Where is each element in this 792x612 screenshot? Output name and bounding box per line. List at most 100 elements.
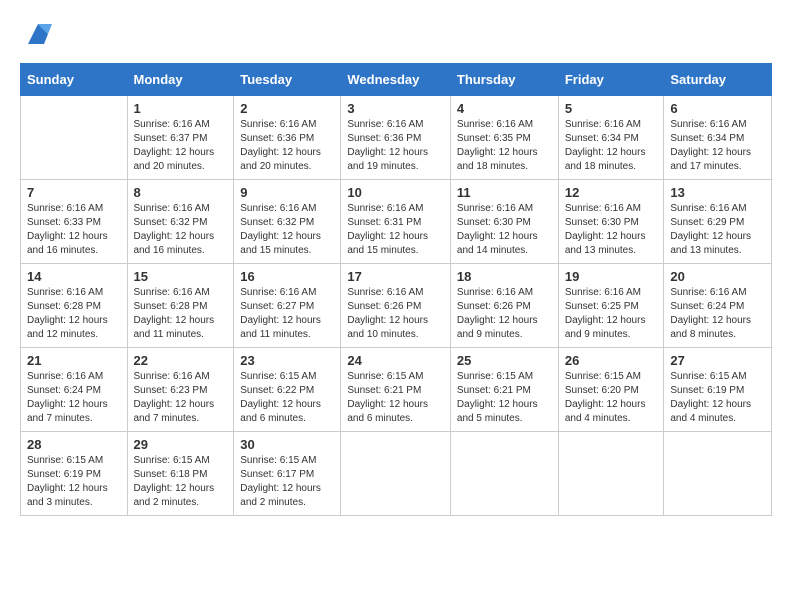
day-number: 13	[670, 185, 765, 200]
day-info: Sunrise: 6:15 AM Sunset: 6:21 PM Dayligh…	[347, 370, 444, 426]
calendar-cell: 25Sunrise: 6:15 AM Sunset: 6:21 PM Dayli…	[450, 348, 558, 432]
calendar-cell: 29 Sunrise: 6:15 AM Sunset: 6:18 PM Dayli…	[127, 432, 234, 516]
day-info: Sunrise: 6:15 AM Sunset: 6:19 PM Dayligh…	[27, 454, 121, 510]
day-info: Sunrise: 6:15 AM Sunset: 6:18 PM Dayligh…	[134, 454, 228, 510]
calendar-cell: 24 Sunrise: 6:15 AM Sunset: 6:21 PM Dayli…	[341, 348, 451, 432]
calendar-cell: 18 Sunrise: 6:16 AM Sunset: 6:26 PM Dayli…	[450, 264, 558, 348]
header-thursday: Thursday	[450, 64, 558, 96]
day-info: Sunrise: 6:16 AM Sunset: 6:30 PM Dayligh…	[457, 202, 552, 258]
day-number: 8	[134, 185, 228, 200]
day-number: 26	[565, 353, 658, 368]
day-number: 12	[565, 185, 658, 200]
day-info: Sunrise: 6:16 AM Sunset: 6:26 PM Dayligh…	[347, 286, 444, 342]
day-number: 24	[347, 353, 444, 368]
day-info: Sunrise: 6:15 AM Sunset: 6:20 PM Dayligh…	[565, 370, 658, 426]
header-wednesday: Wednesday	[341, 64, 451, 96]
calendar-cell: 13 Sunrise: 6:16 AM Sunset: 6:29 PM Dayli…	[664, 180, 772, 264]
logo-text	[20, 20, 52, 53]
day-number: 30	[240, 437, 334, 452]
day-info: Sunrise: 6:15 AM Sunset: 6:19 PM Dayligh…	[670, 370, 765, 426]
calendar-week-5: 28 Sunrise: 6:15 AM Sunset: 6:19 PM Dayli…	[21, 432, 772, 516]
day-number: 11	[457, 185, 552, 200]
day-info: Sunrise: 6:16 AM Sunset: 6:25 PM Dayligh…	[565, 286, 658, 342]
day-number: 16	[240, 269, 334, 284]
calendar-cell: 16 Sunrise: 6:16 AM Sunset: 6:27 PM Dayli…	[234, 264, 341, 348]
page-header	[20, 20, 772, 53]
day-info: Sunrise: 6:16 AM Sunset: 6:36 PM Dayligh…	[347, 118, 444, 174]
day-info: Sunrise: 6:16 AM Sunset: 6:28 PM Dayligh…	[134, 286, 228, 342]
calendar-cell: 9 Sunrise: 6:16 AM Sunset: 6:32 PM Daylig…	[234, 180, 341, 264]
day-number: 18	[457, 269, 552, 284]
calendar-cell: 11 Sunrise: 6:16 AM Sunset: 6:30 PM Dayli…	[450, 180, 558, 264]
day-number: 5	[565, 101, 658, 116]
calendar-cell: 23 Sunrise: 6:15 AM Sunset: 6:22 PM Dayli…	[234, 348, 341, 432]
calendar-cell: 26 Sunrise: 6:15 AM Sunset: 6:20 PM Dayli…	[558, 348, 664, 432]
day-info: Sunrise: 6:15 AM Sunset: 6:22 PM Dayligh…	[240, 370, 334, 426]
calendar-cell: 19Sunrise: 6:16 AM Sunset: 6:25 PM Dayli…	[558, 264, 664, 348]
day-number: 3	[347, 101, 444, 116]
calendar-cell: 1 Sunrise: 6:16 AM Sunset: 6:37 PM Daylig…	[127, 96, 234, 180]
calendar-cell: 10Sunrise: 6:16 AM Sunset: 6:31 PM Dayli…	[341, 180, 451, 264]
calendar-cell: 2Sunrise: 6:16 AM Sunset: 6:36 PM Daylig…	[234, 96, 341, 180]
calendar-cell: 28 Sunrise: 6:15 AM Sunset: 6:19 PM Dayli…	[21, 432, 128, 516]
calendar-week-2: 7Sunrise: 6:16 AM Sunset: 6:33 PM Daylig…	[21, 180, 772, 264]
day-info: Sunrise: 6:16 AM Sunset: 6:33 PM Dayligh…	[27, 202, 121, 258]
calendar-cell: 20 Sunrise: 6:16 AM Sunset: 6:24 PM Dayli…	[664, 264, 772, 348]
header-sunday: Sunday	[21, 64, 128, 96]
calendar-week-1: 1 Sunrise: 6:16 AM Sunset: 6:37 PM Daylig…	[21, 96, 772, 180]
day-number: 29	[134, 437, 228, 452]
day-number: 17	[347, 269, 444, 284]
header-saturday: Saturday	[664, 64, 772, 96]
day-number: 27	[670, 353, 765, 368]
calendar-cell	[664, 432, 772, 516]
day-info: Sunrise: 6:16 AM Sunset: 6:32 PM Dayligh…	[134, 202, 228, 258]
calendar-cell	[558, 432, 664, 516]
day-info: Sunrise: 6:16 AM Sunset: 6:34 PM Dayligh…	[565, 118, 658, 174]
day-number: 22	[134, 353, 228, 368]
day-info: Sunrise: 6:16 AM Sunset: 6:32 PM Dayligh…	[240, 202, 334, 258]
day-info: Sunrise: 6:16 AM Sunset: 6:26 PM Dayligh…	[457, 286, 552, 342]
day-info: Sunrise: 6:16 AM Sunset: 6:27 PM Dayligh…	[240, 286, 334, 342]
calendar-cell: 3 Sunrise: 6:16 AM Sunset: 6:36 PM Daylig…	[341, 96, 451, 180]
calendar-cell: 12 Sunrise: 6:16 AM Sunset: 6:30 PM Dayli…	[558, 180, 664, 264]
calendar-cell: 14 Sunrise: 6:16 AM Sunset: 6:28 PM Dayli…	[21, 264, 128, 348]
day-number: 4	[457, 101, 552, 116]
calendar-cell: 21 Sunrise: 6:16 AM Sunset: 6:24 PM Dayli…	[21, 348, 128, 432]
day-info: Sunrise: 6:16 AM Sunset: 6:37 PM Dayligh…	[134, 118, 228, 174]
day-info: Sunrise: 6:16 AM Sunset: 6:24 PM Dayligh…	[27, 370, 121, 426]
day-number: 9	[240, 185, 334, 200]
calendar-cell	[21, 96, 128, 180]
day-number: 14	[27, 269, 121, 284]
header-friday: Friday	[558, 64, 664, 96]
header-monday: Monday	[127, 64, 234, 96]
calendar-week-4: 21 Sunrise: 6:16 AM Sunset: 6:24 PM Dayli…	[21, 348, 772, 432]
day-info: Sunrise: 6:16 AM Sunset: 6:30 PM Dayligh…	[565, 202, 658, 258]
day-number: 1	[134, 101, 228, 116]
day-info: Sunrise: 6:16 AM Sunset: 6:28 PM Dayligh…	[27, 286, 121, 342]
logo	[20, 20, 52, 53]
calendar-cell: 27 Sunrise: 6:15 AM Sunset: 6:19 PM Dayli…	[664, 348, 772, 432]
day-number: 6	[670, 101, 765, 116]
day-number: 15	[134, 269, 228, 284]
day-number: 20	[670, 269, 765, 284]
day-info: Sunrise: 6:16 AM Sunset: 6:36 PM Dayligh…	[240, 118, 334, 174]
calendar-cell: 4 Sunrise: 6:16 AM Sunset: 6:35 PM Daylig…	[450, 96, 558, 180]
day-number: 28	[27, 437, 121, 452]
calendar-cell: 30Sunrise: 6:15 AM Sunset: 6:17 PM Dayli…	[234, 432, 341, 516]
calendar-cell: 5 Sunrise: 6:16 AM Sunset: 6:34 PM Daylig…	[558, 96, 664, 180]
header-tuesday: Tuesday	[234, 64, 341, 96]
day-info: Sunrise: 6:16 AM Sunset: 6:24 PM Dayligh…	[670, 286, 765, 342]
day-info: Sunrise: 6:16 AM Sunset: 6:34 PM Dayligh…	[670, 118, 765, 174]
calendar-cell: 7Sunrise: 6:16 AM Sunset: 6:33 PM Daylig…	[21, 180, 128, 264]
calendar-cell	[341, 432, 451, 516]
calendar-cell: 8 Sunrise: 6:16 AM Sunset: 6:32 PM Daylig…	[127, 180, 234, 264]
calendar-cell: 22Sunrise: 6:16 AM Sunset: 6:23 PM Dayli…	[127, 348, 234, 432]
calendar-cell: 6 Sunrise: 6:16 AM Sunset: 6:34 PM Daylig…	[664, 96, 772, 180]
calendar-cell: 17 Sunrise: 6:16 AM Sunset: 6:26 PM Dayli…	[341, 264, 451, 348]
day-info: Sunrise: 6:15 AM Sunset: 6:21 PM Dayligh…	[457, 370, 552, 426]
day-number: 23	[240, 353, 334, 368]
day-info: Sunrise: 6:16 AM Sunset: 6:35 PM Dayligh…	[457, 118, 552, 174]
day-number: 21	[27, 353, 121, 368]
calendar-header-row: SundayMondayTuesdayWednesdayThursdayFrid…	[21, 64, 772, 96]
day-info: Sunrise: 6:16 AM Sunset: 6:29 PM Dayligh…	[670, 202, 765, 258]
